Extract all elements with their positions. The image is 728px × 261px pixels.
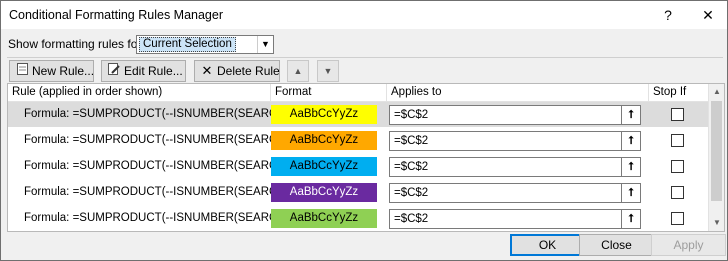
show-rules-label: Show formatting rules for: — [8, 37, 145, 51]
column-header-format: Format — [271, 84, 387, 101]
ok-button[interactable]: OK — [510, 234, 585, 256]
rules-manager-dialog: Conditional Formatting Rules Manager ? ✕… — [0, 0, 728, 261]
close-icon[interactable]: ✕ — [689, 1, 727, 29]
new-rule-button[interactable]: New Rule... — [9, 60, 94, 82]
help-button[interactable]: ? — [649, 1, 687, 29]
title-bar: Conditional Formatting Rules Manager ? ✕ — [1, 1, 727, 29]
scroll-up-icon[interactable]: ▲ — [709, 84, 724, 100]
arrow-down-icon: ▼ — [323, 66, 333, 76]
delete-rule-label: Delete Rule — [217, 64, 280, 78]
format-preview: AaBbCcYyZz — [271, 105, 377, 124]
edit-rule-button[interactable]: Edit Rule... — [101, 60, 186, 82]
applies-to-value: =$C$2 — [394, 109, 429, 121]
applies-to-field[interactable]: =$C$2 ⭡ — [389, 209, 641, 229]
applies-to-field[interactable]: =$C$2 ⭡ — [389, 105, 641, 125]
applies-to-value: =$C$2 — [394, 135, 429, 147]
edit-rule-label: Edit Rule... — [124, 64, 183, 78]
rule-formula: Formula: =SUMPRODUCT(--ISNUMBER(SEARCH("… — [24, 108, 271, 120]
column-header-applies-to: Applies to — [387, 84, 649, 101]
rule-row[interactable]: Formula: =SUMPRODUCT(--ISNUMBER(SEARCH("… — [8, 180, 708, 205]
applies-to-field[interactable]: =$C$2 ⭡ — [389, 131, 641, 151]
edit-rule-icon — [106, 61, 122, 81]
dialog-title: Conditional Formatting Rules Manager — [9, 8, 223, 22]
stop-if-true-checkbox[interactable] — [671, 212, 684, 225]
collapse-range-icon[interactable]: ⭡ — [621, 184, 640, 202]
vertical-scrollbar[interactable]: ▲ ▼ — [708, 84, 724, 231]
collapse-range-icon[interactable]: ⭡ — [621, 158, 640, 176]
stop-if-true-checkbox[interactable] — [671, 186, 684, 199]
rules-toolbar: New Rule... Edit Rule... ✕ Delete Rule ▲ … — [7, 57, 723, 84]
chevron-down-icon[interactable]: ▼ — [257, 36, 273, 53]
scroll-down-icon[interactable]: ▼ — [709, 215, 724, 231]
rule-formula: Formula: =SUMPRODUCT(--ISNUMBER(SEARCH("… — [24, 212, 271, 224]
column-header-rule: Rule (applied in order shown) — [8, 84, 271, 101]
rule-formula: Formula: =SUMPRODUCT(--ISNUMBER(SEARCH("… — [24, 134, 271, 146]
stop-if-true-checkbox[interactable] — [671, 108, 684, 121]
format-preview: AaBbCcYyZz — [271, 131, 377, 150]
applies-to-field[interactable]: =$C$2 ⭡ — [389, 157, 641, 177]
grid-header: Rule (applied in order shown) Format App… — [8, 84, 708, 115]
collapse-range-icon[interactable]: ⭡ — [621, 132, 640, 150]
stop-if-true-checkbox[interactable] — [671, 134, 684, 147]
new-rule-icon — [14, 61, 30, 81]
rule-row[interactable]: Formula: =SUMPRODUCT(--ISNUMBER(SEARCH("… — [8, 154, 708, 179]
collapse-range-icon[interactable]: ⭡ — [621, 106, 640, 124]
applies-to-field[interactable]: =$C$2 ⭡ — [389, 183, 641, 203]
new-rule-label: New Rule... — [32, 64, 95, 78]
applies-to-value: =$C$2 — [394, 213, 429, 225]
close-button[interactable]: Close — [579, 234, 654, 256]
format-preview: AaBbCcYyZz — [271, 157, 377, 176]
rules-grid: Rule (applied in order shown) Format App… — [7, 83, 725, 232]
move-down-button[interactable]: ▼ — [317, 60, 339, 82]
show-rules-select[interactable]: Current Selection ▼ — [136, 35, 274, 54]
scrollbar-thumb[interactable] — [711, 101, 722, 201]
apply-button[interactable]: Apply — [651, 234, 726, 256]
arrow-up-icon: ▲ — [293, 66, 303, 76]
rule-formula: Formula: =SUMPRODUCT(--ISNUMBER(SEARCH("… — [24, 160, 271, 172]
applies-to-value: =$C$2 — [394, 161, 429, 173]
show-rules-selected-value: Current Selection — [139, 37, 236, 52]
rule-row[interactable]: Formula: =SUMPRODUCT(--ISNUMBER(SEARCH("… — [8, 128, 708, 153]
delete-rule-button[interactable]: ✕ Delete Rule — [194, 60, 280, 82]
rule-formula: Formula: =SUMPRODUCT(--ISNUMBER(SEARCH("… — [24, 186, 271, 198]
stop-if-true-checkbox[interactable] — [671, 160, 684, 173]
format-preview: AaBbCcYyZz — [271, 183, 377, 202]
move-up-button[interactable]: ▲ — [287, 60, 309, 82]
column-header-stop-if-true: Stop If True — [653, 86, 687, 115]
collapse-range-icon[interactable]: ⭡ — [621, 210, 640, 228]
delete-x-icon: ✕ — [201, 63, 213, 78]
applies-to-value: =$C$2 — [394, 187, 429, 199]
rule-row[interactable]: Formula: =SUMPRODUCT(--ISNUMBER(SEARCH("… — [8, 102, 708, 127]
rule-row[interactable]: Formula: =SUMPRODUCT(--ISNUMBER(SEARCH("… — [8, 206, 708, 231]
format-preview: AaBbCcYyZz — [271, 209, 377, 228]
